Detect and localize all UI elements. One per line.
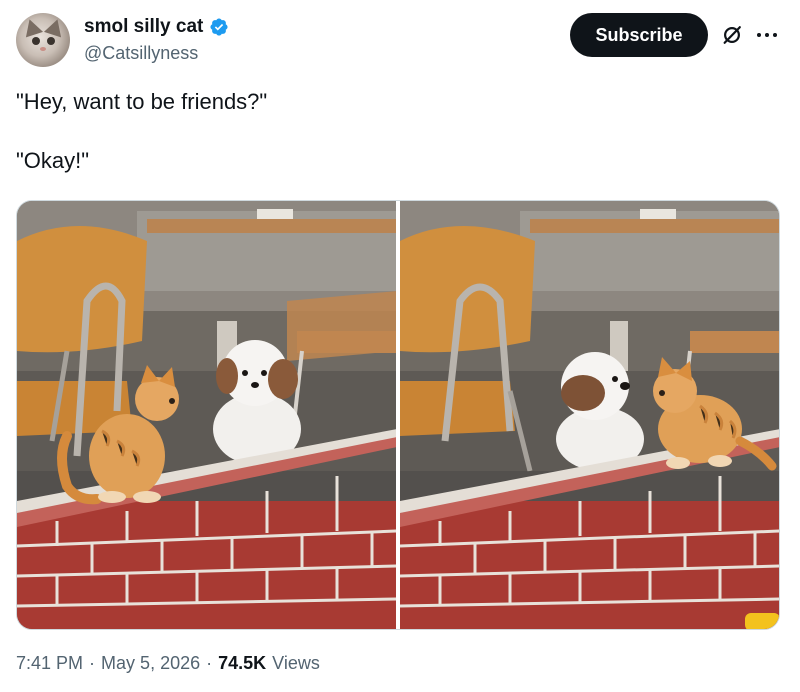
author-display-name[interactable]: smol silly cat: [84, 16, 203, 38]
subscribe-button[interactable]: Subscribe: [570, 13, 708, 57]
media-photo-1[interactable]: [17, 201, 396, 629]
author-handle[interactable]: @Catsillyness: [84, 43, 198, 64]
author-name-row: smol silly cat: [84, 16, 229, 38]
tweet-meta: 7:41 PM · May 5, 2026 · 74.5K Views: [16, 653, 320, 674]
cat-ear-right: [43, 16, 67, 38]
meta-separator: ·: [89, 653, 96, 673]
author-avatar[interactable]: [16, 13, 70, 67]
cat-nose: [40, 47, 46, 51]
tweet-card: smol silly cat @Catsillyness Subscribe "…: [0, 0, 800, 692]
photo-1-illustration: [17, 201, 396, 629]
verified-badge-icon: [210, 18, 228, 36]
tweet-line: "Okay!": [16, 148, 90, 173]
tweet-date[interactable]: May 5, 2026: [101, 653, 200, 674]
more-horizontal-icon[interactable]: [755, 24, 779, 46]
tweet-text: "Hey, want to be friends?" "Okay!": [16, 88, 776, 206]
meta-separator: ·: [206, 653, 213, 673]
slashed-circle-icon[interactable]: [721, 24, 743, 46]
photo-2-illustration: [400, 201, 779, 629]
tweet-time[interactable]: 7:41 PM: [16, 653, 83, 674]
cat-eye-left: [32, 37, 40, 45]
cat-eye-right: [47, 37, 55, 45]
tweet-line: "Hey, want to be friends?": [16, 89, 268, 114]
media-photo-2[interactable]: [400, 201, 779, 629]
media-grid: [16, 200, 780, 630]
views-count[interactable]: 74.5K: [218, 653, 266, 674]
views-label: Views: [272, 653, 320, 673]
cat-ear-left: [20, 16, 44, 38]
